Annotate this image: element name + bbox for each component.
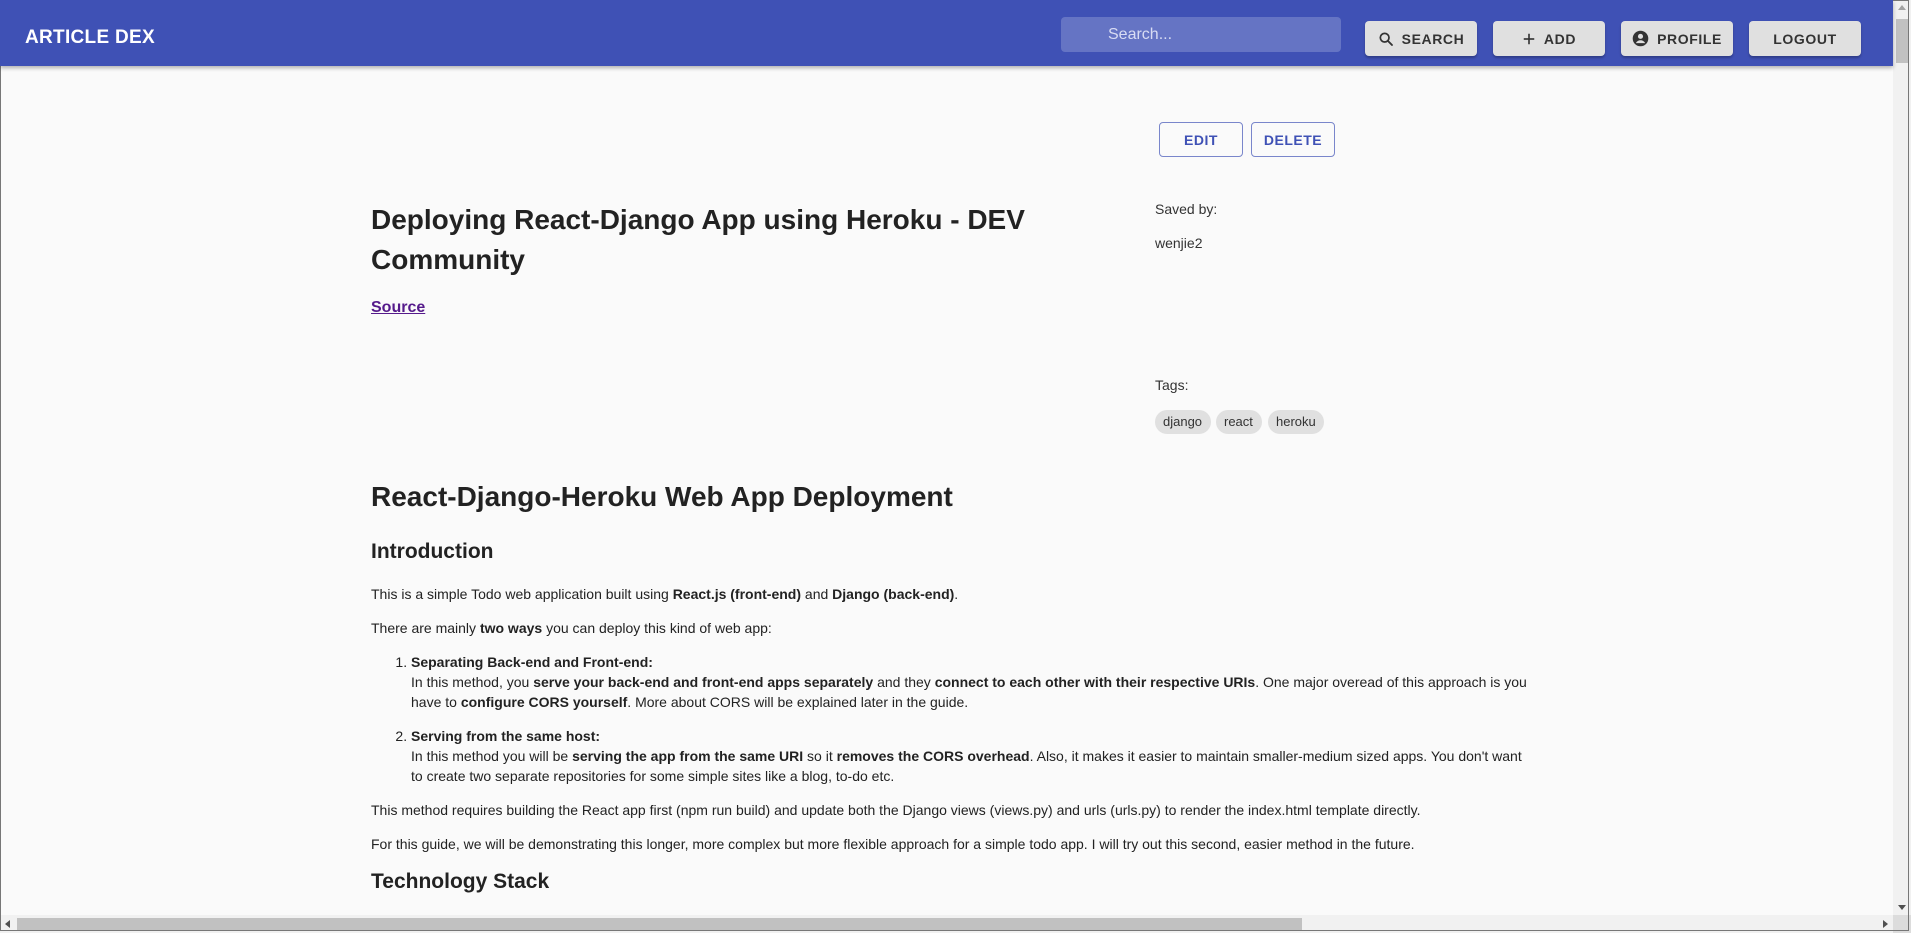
edit-button[interactable]: EDIT [1159, 122, 1243, 157]
text-run: and [801, 586, 833, 602]
text-run-bold: two ways [479, 620, 543, 636]
text-run: you can deploy this kind of web app: [542, 620, 772, 636]
delete-button[interactable]: DELETE [1251, 122, 1335, 157]
search-input[interactable] [1061, 17, 1341, 52]
app-bar: ARTICLE DEX SEARCH ADD PROFILE LOGOUT [0, 0, 1893, 66]
search-button[interactable]: SEARCH [1365, 21, 1477, 56]
scrollbar-corner [1893, 915, 1911, 933]
saved-by-user: wenjie2 [1155, 235, 1203, 251]
profile-button-label: PROFILE [1657, 30, 1722, 47]
add-button-label: ADD [1543, 30, 1577, 47]
ways-paragraph: There are mainly two ways you can deploy… [371, 618, 1531, 638]
text-run-bold: React.js (front-end) [672, 586, 802, 602]
edit-button-label: EDIT [1184, 131, 1218, 148]
technology-stack-heading: Technology Stack [371, 870, 550, 893]
text-run: and they [873, 674, 935, 690]
list-item: Separating Back-end and Front-end: In th… [411, 652, 1531, 712]
text-run-bold: serve your back-end and front-end apps s… [533, 674, 874, 690]
text-run: This is a simple Todo web application bu… [371, 586, 673, 602]
logout-button[interactable]: LOGOUT [1749, 21, 1861, 56]
scroll-up-arrow-icon[interactable] [1898, 5, 1906, 10]
introduction-heading: Introduction [371, 540, 494, 563]
text-run: In this method, you [411, 674, 534, 690]
vertical-scroll-thumb[interactable] [1896, 19, 1908, 63]
text-run: so it [803, 748, 837, 764]
article-content: React-Django-Heroku Web App Deployment I… [371, 478, 1531, 914]
add-button[interactable]: ADD [1493, 21, 1605, 56]
list-item-title: Serving from the same host: [411, 728, 601, 744]
horizontal-scrollbar[interactable] [0, 915, 1893, 933]
scroll-down-arrow-icon[interactable] [1898, 905, 1906, 910]
logout-button-label: LOGOUT [1773, 30, 1837, 47]
intro-paragraph: This is a simple Todo web application bu… [371, 584, 1531, 604]
saved-by-label: Saved by: [1155, 201, 1218, 217]
text-run: In this method you will be [411, 748, 573, 764]
delete-button-label: DELETE [1263, 131, 1323, 148]
text-run-bold: serving the app from the same URI [572, 748, 804, 764]
source-link[interactable]: Source [371, 299, 425, 317]
horizontal-scroll-thumb[interactable] [17, 918, 1302, 930]
scroll-right-arrow-icon[interactable] [1883, 920, 1888, 928]
list-item-title: Separating Back-end and Front-end: [411, 654, 653, 670]
app-brand[interactable]: ARTICLE DEX [25, 27, 155, 49]
text-run-bold: Django (back-end) [832, 586, 955, 602]
account-circle-icon [1632, 30, 1649, 47]
list-item: Serving from the same host: In this meth… [411, 726, 1531, 786]
methods-list: Separating Back-end and Front-end: In th… [371, 652, 1531, 786]
text-run-bold: configure CORS yourself [460, 694, 628, 710]
profile-button[interactable]: PROFILE [1621, 21, 1733, 56]
search-button-label: SEARCH [1401, 30, 1465, 47]
tag-chip[interactable]: django [1155, 410, 1211, 434]
text-run: There are mainly [371, 620, 480, 636]
content-heading: React-Django-Heroku Web App Deployment [371, 481, 953, 512]
text-run-bold: connect to each other with their respect… [934, 674, 1256, 690]
build-paragraph: This method requires building the React … [371, 802, 1421, 818]
scroll-left-arrow-icon[interactable] [5, 920, 10, 928]
search-icon [1379, 31, 1393, 46]
plus-icon [1523, 33, 1535, 44]
guide-paragraph: For this guide, we will be demonstrating… [371, 836, 1415, 852]
tags-label: Tags: [1155, 377, 1189, 393]
text-run: . [954, 586, 959, 602]
article-title: Deploying React-Django App using Heroku … [371, 204, 1025, 275]
vertical-scrollbar[interactable] [1893, 0, 1911, 915]
tag-chip[interactable]: heroku [1268, 410, 1324, 434]
text-run: . More about CORS will be explained late… [627, 694, 969, 710]
tag-chip[interactable]: react [1216, 410, 1262, 434]
text-run-bold: removes the CORS overhead [836, 748, 1030, 764]
